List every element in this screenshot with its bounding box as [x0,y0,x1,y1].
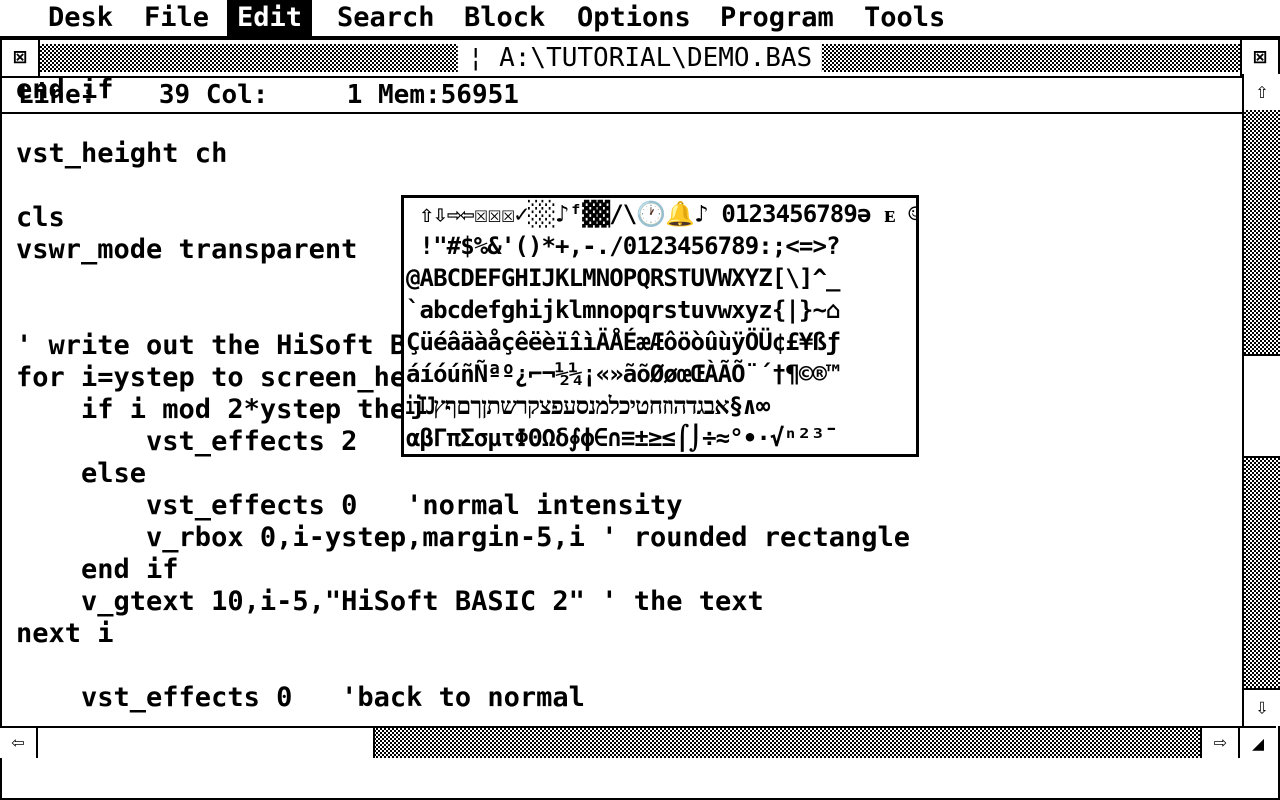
vertical-scroll-track[interactable] [1244,110,1280,690]
horizontal-scrollbar[interactable]: ⇦ ⇨ ◢ [0,726,1276,758]
vertical-scrollbar[interactable]: ⇧ ⇩ [1242,74,1280,726]
vertical-scroll-thumb[interactable] [1244,353,1280,458]
menu-options[interactable]: Options [567,0,701,36]
window-title: ¦ A:\TUTORIAL\DEMO.BAS [457,42,823,74]
code-line: v_gtext 10,i-5,"HiSoft BASIC 2" ' the te… [16,586,764,617]
menu-bar: Desk File Edit Search Block Options Prog… [0,0,1280,38]
code-line: if i mod 2*ystep then [16,394,423,425]
scroll-up-arrow-icon[interactable]: ⇧ [1244,74,1280,112]
code-line: v_rbox 0,i-ystep,margin-5,i ' rounded re… [16,522,911,553]
menu-desk[interactable]: Desk [38,0,123,36]
ascii-row[interactable]: ⇧⇩⇨⇦☒☒☒✓░░♪ᶠ▓▓/\🕐🔔♪ 0123456789ə ᴇ ☺ ☹ [406,198,916,230]
menu-block[interactable]: Block [454,0,555,36]
ascii-row[interactable]: αβΓπΣσµτΦΘΩδ∮ϕ∈∩≡±≥≤⌠⌡÷≈°•·√ⁿ²³¯ [406,422,839,454]
ascii-row[interactable]: @ABCDEFGHIJKLMNOPQRSTUVWXYZ[\]^_ [406,262,840,294]
scroll-left-arrow-icon[interactable]: ⇦ [0,728,38,758]
horizontal-scroll-track[interactable] [38,728,1200,758]
code-line: vst_effects 0 'back to normal [16,682,585,713]
code-line: next i [16,618,114,649]
scroll-right-arrow-icon[interactable]: ⇨ [1200,728,1238,758]
code-line: vswr_mode transparent [16,234,358,265]
menu-file[interactable]: File [134,0,219,36]
horizontal-scroll-thumb[interactable] [38,728,375,758]
menu-search[interactable]: Search [327,0,445,36]
ascii-table-popup[interactable]: ⇧⇩⇨⇦☒☒☒✓░░♪ᶠ▓▓/\🕐🔔♪ 0123456789ə ᴇ ☺ ☹ !"… [401,195,919,457]
code-line: vst_height ch [16,138,228,169]
code-line: cls [16,202,65,233]
ascii-row[interactable]: ĳĲאבגדהוזחטיכלמנסעפצקרשתןךםףץ§∧∞ [406,390,770,422]
menu-program[interactable]: Program [710,0,844,36]
ascii-row[interactable]: áíóúñÑªº¿⌐¬½¼¡«»ãõØøœŒÀÃÕ¨´†¶©®™ [406,358,840,390]
ascii-row[interactable]: !"#$%&'()*+,-./0123456789:;<=>? [406,230,841,262]
code-line: end if [16,74,114,105]
menu-tools[interactable]: Tools [854,0,955,36]
code-line: vst_effects 0 'normal intensity [16,490,683,521]
code-line: else [16,458,147,489]
ascii-row[interactable]: ÇüéâäàåçêëèïîìÄÅÉæÆôöòûùÿÖÜ¢£¥ßƒ [406,326,840,358]
resize-box-icon[interactable]: ◢ [1238,728,1276,758]
ascii-row[interactable]: `abcdefghijklmnopqrstuvwxyz{|}~⌂ [406,294,840,326]
window-title-bar[interactable]: ⊠ ¦ A:\TUTORIAL\DEMO.BAS ⊠ [2,40,1278,78]
code-line: end if [16,554,179,585]
menu-edit[interactable]: Edit [227,0,313,36]
full-box-icon[interactable]: ⊠ [1240,40,1278,76]
scroll-down-arrow-icon[interactable]: ⇩ [1244,688,1280,726]
close-box-icon[interactable]: ⊠ [2,40,40,76]
